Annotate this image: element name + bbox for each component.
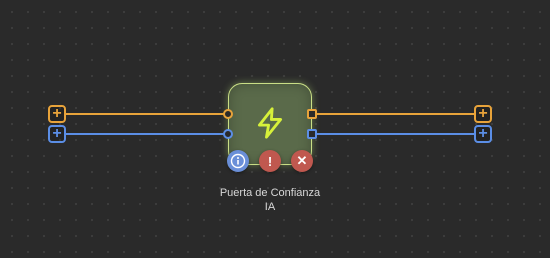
lightning-bolt-icon	[257, 107, 283, 139]
info-button[interactable]	[227, 150, 249, 172]
node-output-port-blue[interactable]	[307, 129, 317, 139]
info-icon	[230, 153, 246, 169]
exclamation-icon: !	[267, 153, 273, 169]
node-output-port-orange[interactable]	[307, 109, 317, 119]
node-input-port-blue[interactable]	[223, 129, 233, 139]
add-input-port-orange[interactable]: +	[48, 105, 66, 123]
add-output-port-orange[interactable]: +	[474, 105, 492, 123]
delete-node-button[interactable]: ✕	[291, 150, 313, 172]
add-input-port-blue[interactable]: +	[48, 125, 66, 143]
node-input-port-orange[interactable]	[223, 109, 233, 119]
node-title-line-1: Puerta de Confianza	[219, 187, 321, 199]
close-icon: ✕	[296, 153, 308, 168]
node-title: Puerta de Confianza IA	[200, 186, 340, 214]
node-title-line-2: IA	[264, 201, 276, 213]
add-output-port-blue[interactable]: +	[474, 125, 492, 143]
warning-button[interactable]: !	[259, 150, 281, 172]
workflow-canvas[interactable]: + + + + ! ✕ Puerta de Confianza IA	[0, 0, 550, 258]
